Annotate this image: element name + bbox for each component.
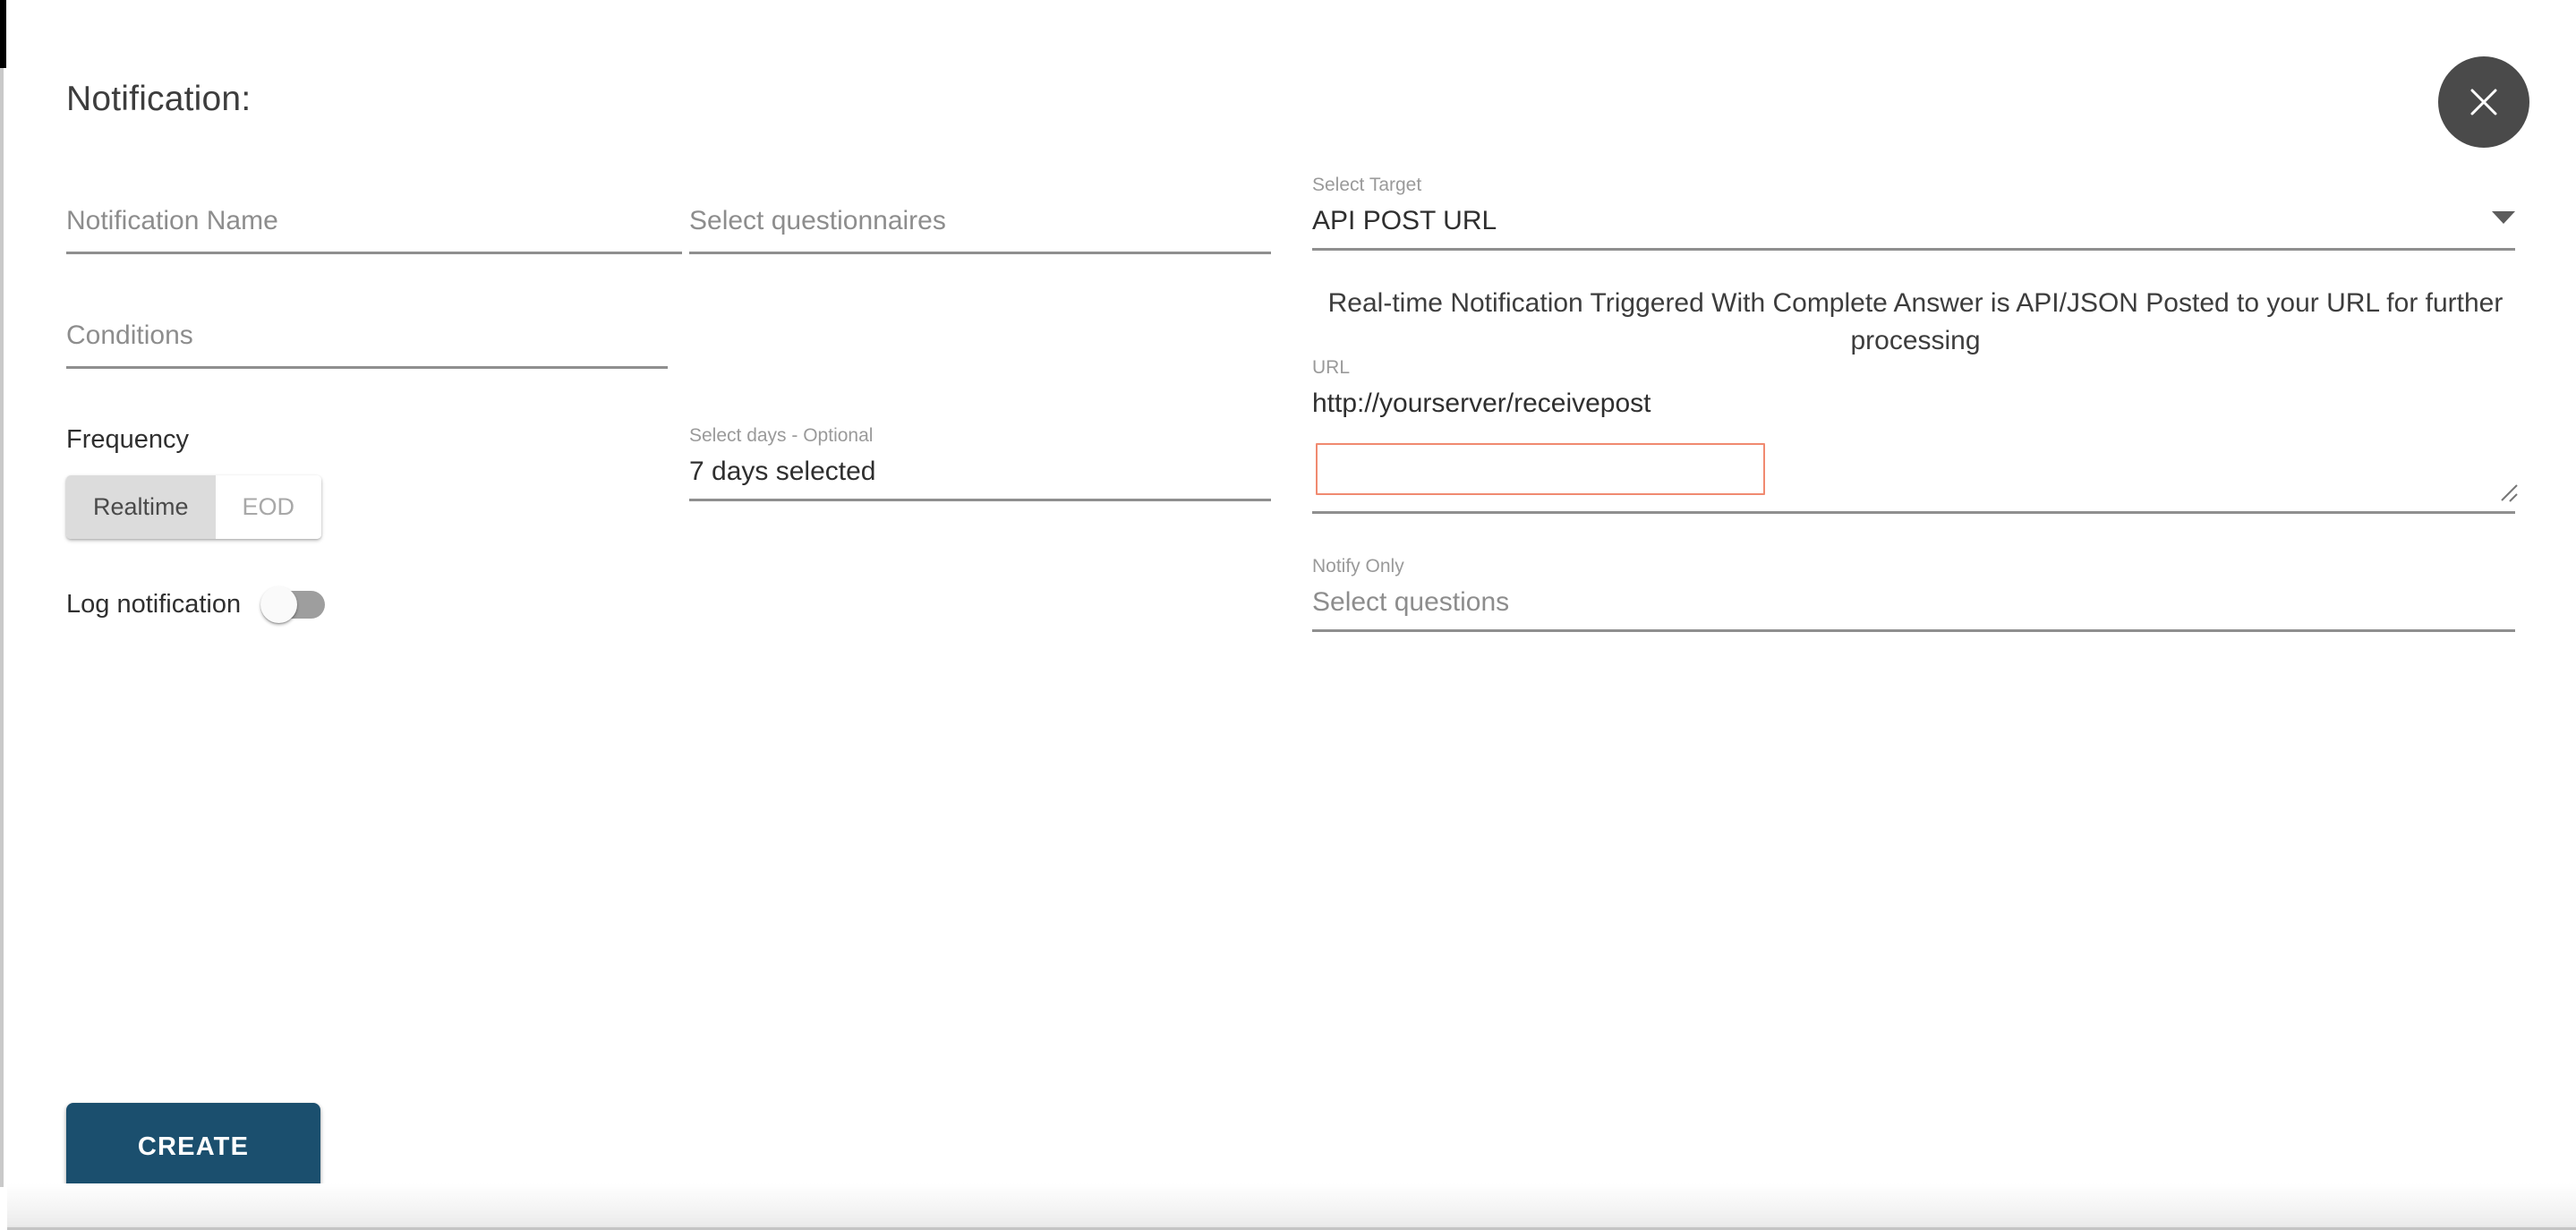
select-target-underline (1312, 248, 2515, 251)
log-notification-toggle[interactable] (260, 586, 326, 623)
dialog-left-border (0, 68, 4, 1187)
log-notification-label: Log notification (66, 590, 242, 619)
select-target-value: API POST URL (1312, 206, 1497, 236)
conditions-placeholder: Conditions (66, 320, 193, 350)
notify-only-placeholder: Select questions (1312, 587, 1510, 618)
questionnaires-placeholder: Select questionnaires (689, 206, 946, 235)
notify-only-field[interactable]: Notify Only Select questions (1312, 555, 2515, 632)
url-underline (1312, 511, 2515, 514)
resize-handle-icon[interactable] (2495, 482, 2519, 505)
url-input-textarea[interactable] (1316, 443, 1765, 495)
select-target-field[interactable]: Select Target API POST URL (1312, 174, 2515, 251)
select-days-caption: Select days - Optional (689, 425, 874, 446)
url-field: URL http://yourserver/receivepost (1312, 356, 2515, 421)
notification-name-field[interactable]: Notification Name (66, 204, 682, 254)
notification-name-placeholder: Notification Name (66, 206, 278, 235)
conditions-underline (66, 366, 668, 369)
chevron-down-icon[interactable] (2492, 211, 2515, 224)
notify-only-caption: Notify Only (1312, 556, 1404, 577)
page-title: Notification: (66, 80, 252, 118)
url-value: http://yourserver/receivepost (1312, 389, 1651, 419)
log-notification-row: Log notification (66, 586, 326, 623)
close-icon (2470, 89, 2497, 115)
questionnaires-underline (689, 252, 1271, 254)
select-days-underline (689, 499, 1271, 501)
frequency-option-realtime[interactable]: Realtime (66, 475, 216, 539)
select-days-value: 7 days selected (689, 457, 876, 487)
url-caption: URL (1312, 357, 1351, 378)
dialog-bottom-shadow (7, 1183, 2576, 1230)
notification-dialog: Notification: Notification Name Conditio… (0, 0, 2576, 1230)
window-edge-top-left (0, 0, 6, 68)
target-description: Real-time Notification Triggered With Co… (1327, 288, 2503, 355)
log-notification-knob (260, 586, 298, 623)
select-target-caption: Select Target (1312, 175, 1422, 195)
frequency-option-eod[interactable]: EOD (215, 475, 322, 539)
select-days-field[interactable]: Select days - Optional 7 days selected (689, 424, 1271, 501)
create-button[interactable]: CREATE (66, 1103, 320, 1191)
questionnaires-field[interactable]: Select questionnaires (689, 204, 1271, 254)
notify-only-underline (1312, 629, 2515, 632)
notification-name-underline (66, 252, 682, 254)
close-button[interactable] (2438, 56, 2529, 148)
frequency-toggle-group[interactable]: Realtime EOD (66, 475, 322, 539)
conditions-field[interactable]: Conditions (66, 319, 668, 369)
frequency-label: Frequency (66, 425, 190, 454)
